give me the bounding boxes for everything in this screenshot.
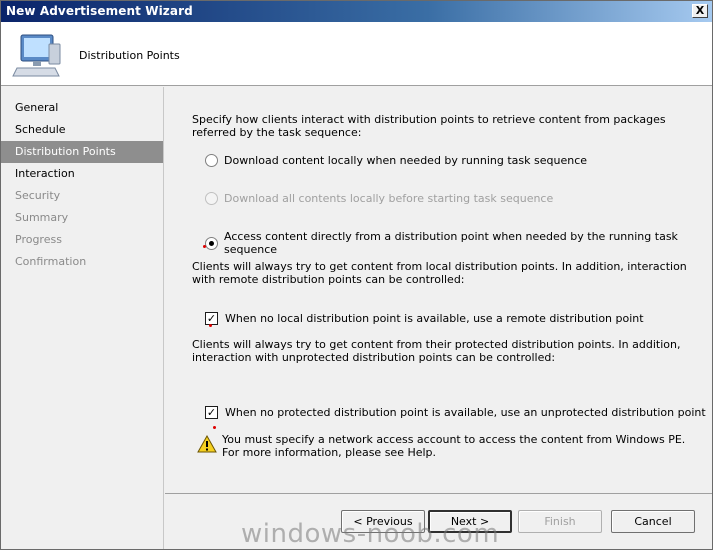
wizard-header: Distribution Points xyxy=(1,22,712,86)
checkbox-unprotected-dp[interactable]: ✓ When no protected distribution point i… xyxy=(205,406,706,419)
marker-dot xyxy=(209,324,212,327)
previous-button[interactable]: < Previous xyxy=(341,510,425,533)
checkbox-remote-dp[interactable]: ✓ When no local distribution point is av… xyxy=(205,312,644,325)
remote-info-text: Clients will always try to get content f… xyxy=(192,260,687,286)
radio-label[interactable]: Download content locally when needed by … xyxy=(224,154,587,167)
checkbox-checked[interactable]: ✓ xyxy=(205,406,218,419)
warning-text: You must specify a network access accoun… xyxy=(222,433,686,459)
radio-access-directly[interactable]: Access content directly from a distribut… xyxy=(205,230,712,256)
warning-icon xyxy=(197,435,217,453)
sidebar-item-schedule[interactable]: Schedule xyxy=(1,119,163,141)
checkbox-checked[interactable]: ✓ xyxy=(205,312,218,325)
sidebar-item-summary: Summary xyxy=(15,211,69,224)
sidebar-item-general[interactable]: General xyxy=(1,97,163,119)
warning-message: You must specify a network access accoun… xyxy=(197,433,697,459)
radio-label[interactable]: Access content directly from a distribut… xyxy=(224,230,712,256)
wizard-footer: < Previous Next > Finish Cancel xyxy=(165,493,712,549)
protected-info-text: Clients will always try to get content f… xyxy=(192,338,681,364)
cancel-button[interactable]: Cancel xyxy=(611,510,695,533)
radio-button-selected[interactable] xyxy=(205,236,218,250)
checkbox-label[interactable]: When no local distribution point is avai… xyxy=(225,312,644,325)
marker-dot xyxy=(213,426,216,429)
wizard-steps-sidebar: General Schedule Distribution Points Int… xyxy=(1,87,164,549)
wizard-window: New Advertisement Wizard X Distribution … xyxy=(0,0,713,550)
next-button[interactable]: Next > xyxy=(428,510,512,533)
radio-button xyxy=(205,192,218,205)
finish-button: Finish xyxy=(518,510,602,533)
title-bar[interactable]: New Advertisement Wizard X xyxy=(1,1,712,22)
sidebar-item-security: Security xyxy=(15,189,61,202)
close-button[interactable]: X xyxy=(692,4,708,18)
page-title: Distribution Points xyxy=(79,49,180,62)
radio-label: Download all contents locally before sta… xyxy=(224,192,554,205)
sidebar-item-interaction[interactable]: Interaction xyxy=(1,163,163,185)
window-title: New Advertisement Wizard xyxy=(6,4,193,18)
checkbox-label[interactable]: When no protected distribution point is … xyxy=(225,406,706,419)
intro-text: Specify how clients interact with distri… xyxy=(192,113,666,139)
radio-download-locally[interactable]: Download content locally when needed by … xyxy=(205,154,587,167)
marker-dot xyxy=(203,245,206,248)
sidebar-item-distribution-points[interactable]: Distribution Points xyxy=(1,141,163,163)
radio-download-all: Download all contents locally before sta… xyxy=(205,192,553,205)
sidebar-item-confirmation: Confirmation xyxy=(15,255,87,268)
main-content: Specify how clients interact with distri… xyxy=(165,87,712,493)
computer-icon xyxy=(12,34,61,77)
radio-button[interactable] xyxy=(205,154,218,167)
sidebar-item-progress: Progress xyxy=(15,233,62,246)
